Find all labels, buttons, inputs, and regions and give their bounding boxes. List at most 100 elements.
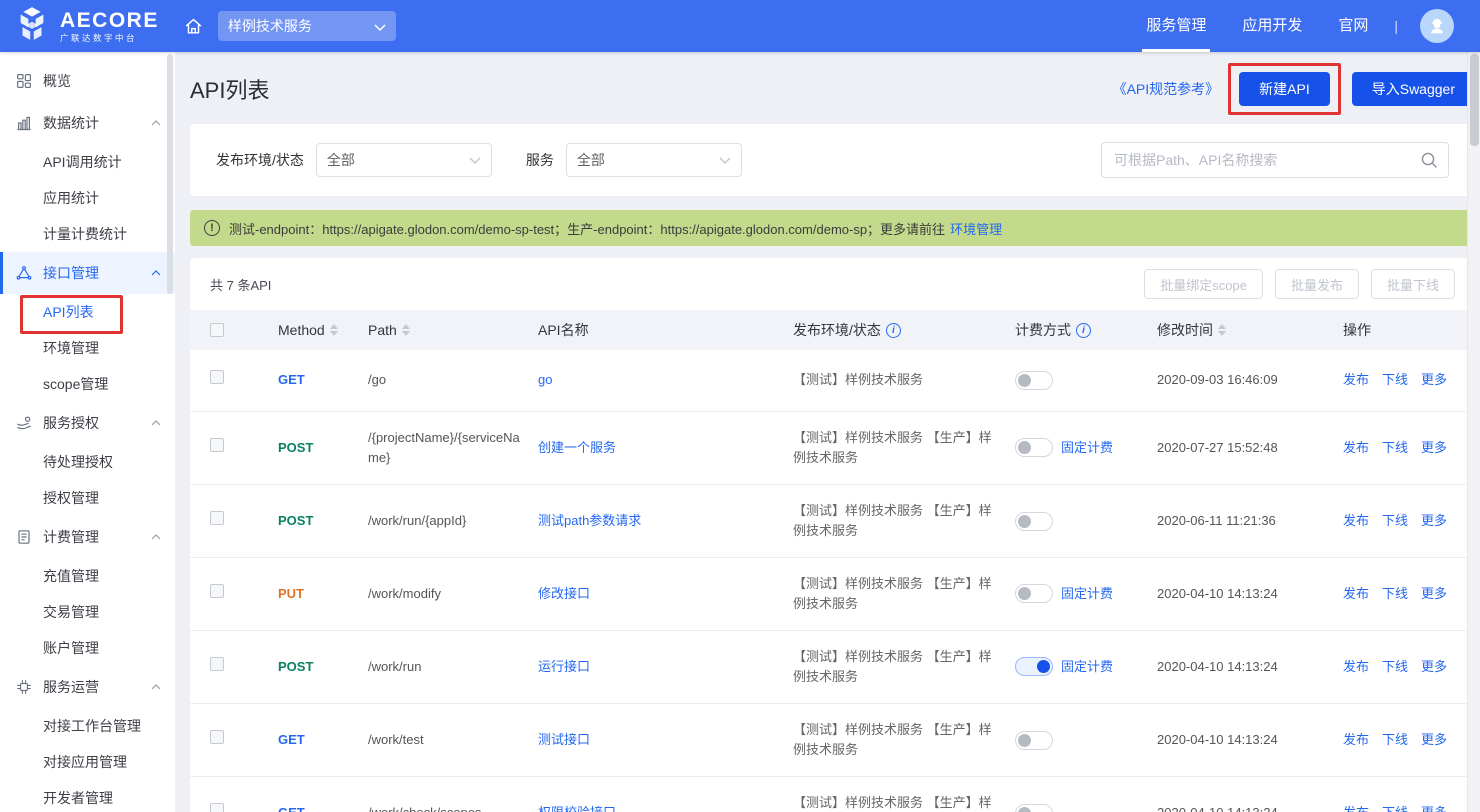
row-checkbox[interactable] [210,584,224,598]
action-more[interactable]: 更多 [1421,657,1447,677]
action-offline[interactable]: 下线 [1382,438,1408,458]
scrollbar-thumb[interactable] [1470,54,1479,146]
billing-toggle[interactable] [1015,371,1053,390]
action-publish[interactable]: 发布 [1343,370,1369,390]
action-offline[interactable]: 下线 [1382,584,1408,604]
sidebar-item-label: 计费管理 [43,527,151,547]
service-filter-select[interactable]: 全部 [566,143,742,177]
row-checkbox[interactable] [210,803,224,812]
billing-toggle[interactable] [1015,731,1053,750]
home-icon[interactable] [183,16,204,37]
info-icon[interactable]: i [1076,323,1091,338]
sidebar-subitem-对接应用管理[interactable]: 对接应用管理 [0,744,175,780]
billing-toggle[interactable] [1015,584,1053,603]
app-logo[interactable]: AECORE 广联达数字中台 [12,4,159,49]
user-avatar[interactable] [1420,9,1454,43]
sort-icon[interactable] [402,324,410,336]
nav-official-site[interactable]: 官网 [1338,0,1368,52]
sidebar-subitem-账户管理[interactable]: 账户管理 [0,630,175,666]
sidebar-subitem-对接工作台管理[interactable]: 对接工作台管理 [0,708,175,744]
info-icon[interactable]: i [886,323,901,338]
sidebar-subitem-授权管理[interactable]: 授权管理 [0,480,175,516]
action-publish[interactable]: 发布 [1343,730,1369,750]
api-name-link[interactable]: 测试path参数请求 [538,513,641,528]
select-all-checkbox[interactable] [210,323,224,337]
env-status: 【测试】样例技术服务 【生产】样例技术服务 [793,720,1015,760]
action-offline[interactable]: 下线 [1382,370,1408,390]
api-name-link[interactable]: go [538,372,552,387]
import-swagger-button[interactable]: 导入Swagger [1352,72,1475,106]
column-method[interactable]: Method [278,322,368,338]
billing-toggle[interactable] [1015,657,1053,676]
api-name-link[interactable]: 创建一个服务 [538,440,616,455]
sidebar-item-overview[interactable]: 概览 [0,60,175,102]
action-publish[interactable]: 发布 [1343,511,1369,531]
billing-toggle[interactable] [1015,512,1053,531]
sidebar-item-service-ops[interactable]: 服务运营 [0,666,175,708]
logo-mark-icon [12,4,52,49]
billing-toggle[interactable] [1015,438,1053,457]
sidebar-item-api-mgmt[interactable]: 接口管理 [0,252,175,294]
action-offline[interactable]: 下线 [1382,511,1408,531]
action-publish[interactable]: 发布 [1343,584,1369,604]
api-path: /work/modify [368,584,538,604]
action-offline[interactable]: 下线 [1382,730,1408,750]
row-checkbox[interactable] [210,438,224,452]
env-filter-select[interactable]: 全部 [316,143,492,177]
sidebar-item-service-auth[interactable]: 服务授权 [0,402,175,444]
method-badge: POST [278,440,313,455]
row-checkbox[interactable] [210,657,224,671]
action-more[interactable]: 更多 [1421,511,1447,531]
sidebar-item-data-stats[interactable]: 数据统计 [0,102,175,144]
action-publish[interactable]: 发布 [1343,438,1369,458]
logo-subtitle: 广联达数字中台 [60,34,159,43]
row-checkbox[interactable] [210,511,224,525]
row-checkbox[interactable] [210,370,224,384]
sidebar-subitem-应用统计[interactable]: 应用统计 [0,180,175,216]
batch-publish-button[interactable]: 批量发布 [1275,269,1359,299]
nav-service-management[interactable]: 服务管理 [1146,0,1206,52]
sidebar-subitem-开发者管理[interactable]: 开发者管理 [0,780,175,812]
sort-icon[interactable] [330,324,338,336]
sort-icon[interactable] [1218,324,1226,336]
action-more[interactable]: 更多 [1421,584,1447,604]
action-offline[interactable]: 下线 [1382,803,1408,812]
column-path[interactable]: Path [368,322,538,338]
sidebar-subitem-待处理授权[interactable]: 待处理授权 [0,444,175,480]
api-name-link[interactable]: 测试接口 [538,732,590,747]
sidebar-subitem-API调用统计[interactable]: API调用统计 [0,144,175,180]
page-scrollbar[interactable] [1467,52,1480,812]
action-more[interactable]: 更多 [1421,803,1447,812]
api-name-link[interactable]: 修改接口 [538,586,590,601]
action-more[interactable]: 更多 [1421,370,1447,390]
sidebar-subitem-计量计费统计[interactable]: 计量计费统计 [0,216,175,252]
sidebar-subitem-scope管理[interactable]: scope管理 [0,366,175,402]
sidebar-subitem-充值管理[interactable]: 充值管理 [0,558,175,594]
api-name-link[interactable]: 运行接口 [538,659,590,674]
batch-bind-scope-button[interactable]: 批量绑定scope [1144,269,1263,299]
row-checkbox[interactable] [210,730,224,744]
sidebar-subitem-交易管理[interactable]: 交易管理 [0,594,175,630]
sidebar-subitem-API列表[interactable]: API列表 [0,294,175,330]
api-spec-reference-link[interactable]: 《API规范参考》 [1113,79,1220,99]
action-offline[interactable]: 下线 [1382,657,1408,677]
create-api-button[interactable]: 新建API [1239,72,1330,106]
action-publish[interactable]: 发布 [1343,657,1369,677]
action-publish[interactable]: 发布 [1343,803,1369,812]
search-input[interactable] [1101,142,1449,178]
table-row: POST/work/run运行接口【测试】样例技术服务 【生产】样例技术服务固定… [190,631,1475,704]
action-more[interactable]: 更多 [1421,730,1447,750]
sidebar-item-billing-mgmt[interactable]: 计费管理 [0,516,175,558]
search-icon[interactable] [1420,151,1438,174]
workspace-select[interactable]: 样例技术服务 [218,11,396,41]
sidebar-subitem-环境管理[interactable]: 环境管理 [0,330,175,366]
action-more[interactable]: 更多 [1421,438,1447,458]
api-table-card: 共 7 条API 批量绑定scope 批量发布 批量下线 Method Path… [190,258,1475,812]
nav-app-development[interactable]: 应用开发 [1242,0,1302,52]
billing-toggle[interactable] [1015,804,1053,812]
env-management-link[interactable]: 环境管理 [950,219,1002,238]
chevron-up-icon [151,120,161,126]
api-name-link[interactable]: 权限校验接口 [538,805,616,812]
column-modified-time[interactable]: 修改时间 [1157,320,1343,340]
batch-offline-button[interactable]: 批量下线 [1371,269,1455,299]
